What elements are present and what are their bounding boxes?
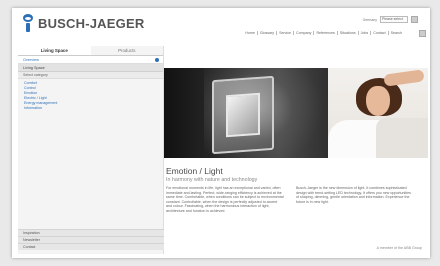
page-frame: BUSCH-JAEGER Germany Please select Home … [12, 8, 430, 258]
article-text-left: For emotional moments in life, light has… [166, 186, 284, 213]
brand-name: BUSCH-JAEGER [38, 15, 145, 31]
light-switch-image [164, 68, 328, 158]
section-title: Living Space [18, 64, 163, 72]
country-label: Germany [362, 17, 377, 22]
utility-bar: Germany Please select [363, 16, 418, 23]
nav-link-references[interactable]: References [314, 31, 338, 35]
search-button[interactable] [419, 30, 426, 37]
hero-image [164, 68, 428, 158]
footer-note[interactable]: A member of the ABB Group [377, 246, 422, 250]
article: Emotion / Light In harmony with nature a… [164, 158, 428, 254]
country-go-button[interactable] [411, 16, 418, 23]
nav-link-situations[interactable]: Situations [338, 31, 359, 35]
woman-photo [328, 68, 428, 158]
section-subtitle: Select category [18, 72, 163, 79]
top-navigation: Home Glossary Service Company References… [243, 31, 404, 35]
sidebar-tabs: Living Space Products [18, 46, 163, 56]
sidebar-item-contact[interactable]: Contact [18, 243, 164, 250]
tab-products[interactable]: Products [91, 46, 164, 55]
switch-plate-icon [212, 75, 274, 155]
nav-link-service[interactable]: Service [277, 31, 295, 35]
sidebar-item-information[interactable]: Information [24, 106, 163, 111]
category-list: Comfort Control Emotion Electric / Light… [18, 79, 163, 111]
sidebar-item-newsletter[interactable]: Newsletter [18, 236, 164, 243]
logo-icon [22, 14, 34, 32]
nav-link-home[interactable]: Home [243, 31, 258, 35]
sidebar-item-inspiration[interactable]: Inspiration [18, 229, 164, 236]
article-text-right: Busch-Jaeger is the new dimension of lig… [296, 186, 411, 204]
nav-link-company[interactable]: Company [294, 31, 315, 35]
nav-link-jobs[interactable]: Jobs [359, 31, 372, 35]
nav-link-glossary[interactable]: Glossary [258, 31, 278, 35]
article-headline: Emotion / Light [166, 166, 223, 176]
bullet-icon [155, 58, 159, 62]
sidebar-item-overview[interactable]: Overview [18, 56, 163, 64]
sidebar-bottom-links: Inspiration Newsletter Contact [18, 229, 164, 250]
nav-link-contact[interactable]: Contact [371, 31, 389, 35]
brand-logo[interactable]: BUSCH-JAEGER [22, 14, 144, 32]
nav-link-search[interactable]: Search [389, 31, 404, 35]
overview-label: Overview [23, 58, 39, 62]
article-subheadline: In harmony with nature and technology [166, 177, 258, 183]
tab-living-space[interactable]: Living Space [18, 46, 91, 55]
sidebar: Living Space Products Overview Living Sp… [18, 46, 164, 254]
header: BUSCH-JAEGER Germany Please select Home … [12, 8, 430, 44]
country-select[interactable]: Please select [380, 16, 408, 23]
